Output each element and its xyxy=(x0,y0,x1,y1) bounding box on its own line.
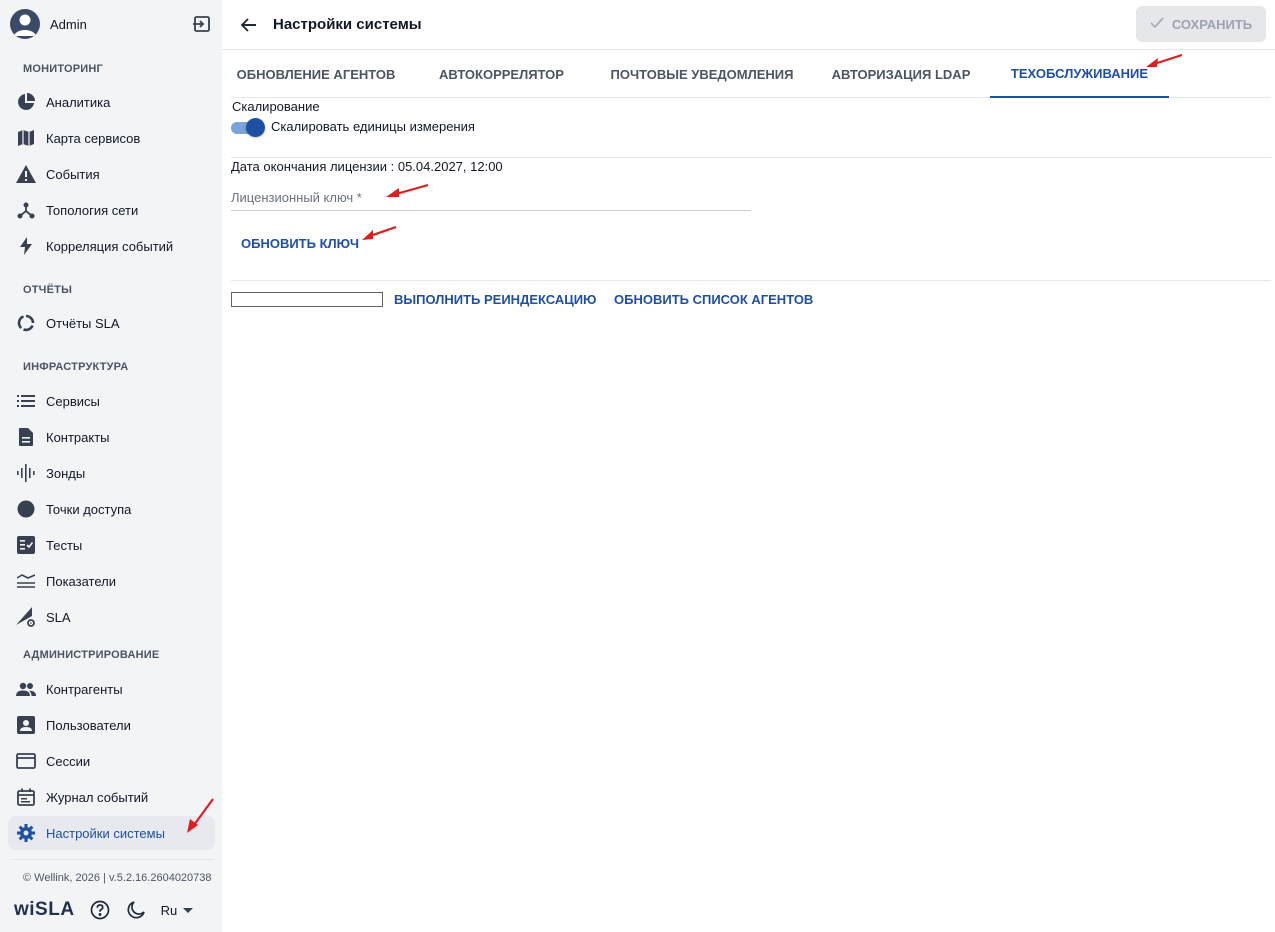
scaling-toggle[interactable] xyxy=(231,118,265,137)
sidebar-item-label: SLA xyxy=(46,609,71,625)
sidebar-item-sessions[interactable]: Сессии xyxy=(8,744,215,778)
sidebar-item-label: Карта сервисов xyxy=(46,130,141,146)
section-title-reports: ОТЧЁТЫ xyxy=(23,284,73,296)
divider xyxy=(231,157,1271,158)
checklist-icon xyxy=(15,534,37,556)
reindex-button[interactable]: ВЫПОЛНИТЬ РЕИНДЕКСАЦИЮ xyxy=(394,289,596,309)
sidebar-item-label: Точки доступа xyxy=(46,501,132,517)
sidebar-item-tests[interactable]: Тесты xyxy=(8,528,215,562)
sidebar-item-services[interactable]: Сервисы xyxy=(8,384,215,418)
sidebar-item-indicators[interactable]: Показатели xyxy=(8,564,215,598)
tab-agent-updates[interactable]: ОБНОВЛЕНИЕ АГЕНТОВ xyxy=(231,50,401,98)
user-name: Admin xyxy=(50,16,87,32)
moon-icon[interactable] xyxy=(125,899,147,921)
reindex-progress-bar xyxy=(231,292,383,307)
sidebar-item-label: Контрагенты xyxy=(46,681,123,697)
account-circle-icon[interactable] xyxy=(10,9,40,39)
arrow-left-icon[interactable] xyxy=(238,14,260,36)
license-expiry: Дата окончания лицензии : 05.04.2027, 12… xyxy=(231,159,503,174)
calendar-icon xyxy=(15,786,37,808)
sidebar-divider xyxy=(12,859,214,860)
sidebar-item-event-log[interactable]: Журнал событий xyxy=(8,780,215,814)
caret-down-icon xyxy=(183,907,194,913)
tab-maintenance[interactable]: ТЕХОБСЛУЖИВАНИЕ xyxy=(990,50,1169,98)
sidebar: Admin МОНИТОРИНГ Аналитика Карта сервисо… xyxy=(0,0,222,932)
window-icon xyxy=(15,750,37,772)
sidebar-item-label: Сервисы xyxy=(46,393,100,409)
sidebar-item-label: Тесты xyxy=(46,537,83,553)
sidebar-item-sla-reports[interactable]: Отчёты SLA xyxy=(8,306,215,340)
language-select[interactable]: Ru xyxy=(161,903,194,918)
toggle-thumb xyxy=(246,118,265,137)
account-box-icon xyxy=(15,714,37,736)
tab-ldap-auth[interactable]: АВТОРИЗАЦИЯ LDAP xyxy=(823,50,979,98)
sidebar-item-analytics[interactable]: Аналитика xyxy=(8,85,215,119)
help-circle-icon[interactable] xyxy=(89,899,111,921)
sidebar-item-service-map[interactable]: Карта сервисов xyxy=(8,121,215,155)
sidebar-item-network-topology[interactable]: Топология сети xyxy=(8,193,215,227)
gear-icon xyxy=(15,822,37,844)
settings-tabs: ОБНОВЛЕНИЕ АГЕНТОВ АВТОКОРРЕЛЯТОР ПОЧТОВ… xyxy=(231,50,1271,98)
license-key-input[interactable] xyxy=(231,184,751,211)
tab-autocorrelator[interactable]: АВТОКОРРЕЛЯТОР xyxy=(429,50,574,98)
sidebar-item-access-points[interactable]: Точки доступа xyxy=(8,492,215,526)
sidebar-item-label: Топология сети xyxy=(46,202,139,218)
sidebar-item-events[interactable]: События xyxy=(8,157,215,191)
document-icon xyxy=(15,426,37,448)
sidebar-item-label: Настройки системы xyxy=(46,825,165,841)
sidebar-item-label: Контракты xyxy=(46,429,110,445)
waveform-icon xyxy=(15,462,37,484)
logout-icon[interactable] xyxy=(192,14,212,34)
update-key-button[interactable]: ОБНОВИТЬ КЛЮЧ xyxy=(233,228,367,258)
stacked-lines-icon xyxy=(15,570,37,592)
sidebar-item-sla[interactable]: SLA xyxy=(8,600,215,634)
map-icon xyxy=(15,127,37,149)
update-agent-list-button[interactable]: ОБНОВИТЬ СПИСОК АГЕНТОВ xyxy=(614,289,813,309)
sidebar-item-label: Пользователи xyxy=(46,717,131,733)
pie-chart-icon xyxy=(15,91,37,113)
scaling-title: Скалирование xyxy=(232,99,320,114)
check-icon xyxy=(1150,16,1164,32)
copyright: © Wellink, 2026 | v.5.2.16.2604020738 xyxy=(23,872,212,884)
sidebar-item-label: Показатели xyxy=(46,573,116,589)
sidebar-item-users[interactable]: Пользователи xyxy=(8,708,215,742)
tab-email-notifications[interactable]: ПОЧТОВЫЕ УВЕДОМЛЕНИЯ xyxy=(603,50,801,98)
sidebar-item-label: Аналитика xyxy=(46,94,111,110)
section-title-infrastructure: ИНФРАСТРУКТУРА xyxy=(23,361,129,373)
header: Настройки системы СОХРАНИТЬ xyxy=(222,0,1275,50)
sidebar-item-event-correlation[interactable]: Корреляция событий xyxy=(8,229,215,263)
language-value: Ru xyxy=(160,902,178,918)
circle-icon xyxy=(15,498,37,520)
scaling-toggle-label: Скалировать единицы измерения xyxy=(271,119,475,134)
sidebar-item-label: Отчёты SLA xyxy=(46,315,120,331)
page-title: Настройки системы xyxy=(273,16,422,33)
save-button-label: СОХРАНИТЬ xyxy=(1171,16,1253,32)
sidebar-item-probes[interactable]: Зонды xyxy=(8,456,215,490)
logo: wiSLA xyxy=(14,899,75,920)
sidebar-item-label: Зонды xyxy=(46,465,86,481)
sidebar-item-system-settings[interactable]: Настройки системы xyxy=(8,816,215,850)
sidebar-item-label: Сессии xyxy=(46,753,91,769)
sidebar-item-label: Журнал событий xyxy=(46,789,149,805)
people-icon xyxy=(15,678,37,700)
app-root: Admin МОНИТОРИНГ Аналитика Карта сервисо… xyxy=(0,0,1275,932)
signal-gear-icon xyxy=(15,606,37,628)
list-icon xyxy=(15,390,37,412)
save-button[interactable]: СОХРАНИТЬ xyxy=(1136,6,1266,42)
sidebar-bottom-bar: wiSLA Ru xyxy=(14,896,214,924)
sidebar-item-label: События xyxy=(46,166,100,182)
sidebar-item-contracts[interactable]: Контракты xyxy=(8,420,215,454)
section-title-monitoring: МОНИТОРИНГ xyxy=(23,63,103,75)
section-title-administration: АДМИНИСТРИРОВАНИЕ xyxy=(23,649,160,661)
bolt-icon xyxy=(15,235,37,257)
sidebar-item-counterparties[interactable]: Контрагенты xyxy=(8,672,215,706)
divider xyxy=(231,280,1271,281)
warning-icon xyxy=(15,163,37,185)
donut-icon xyxy=(15,312,37,334)
sidebar-item-label: Корреляция событий xyxy=(46,238,174,254)
topology-icon xyxy=(15,199,37,221)
user-row: Admin xyxy=(10,8,216,40)
